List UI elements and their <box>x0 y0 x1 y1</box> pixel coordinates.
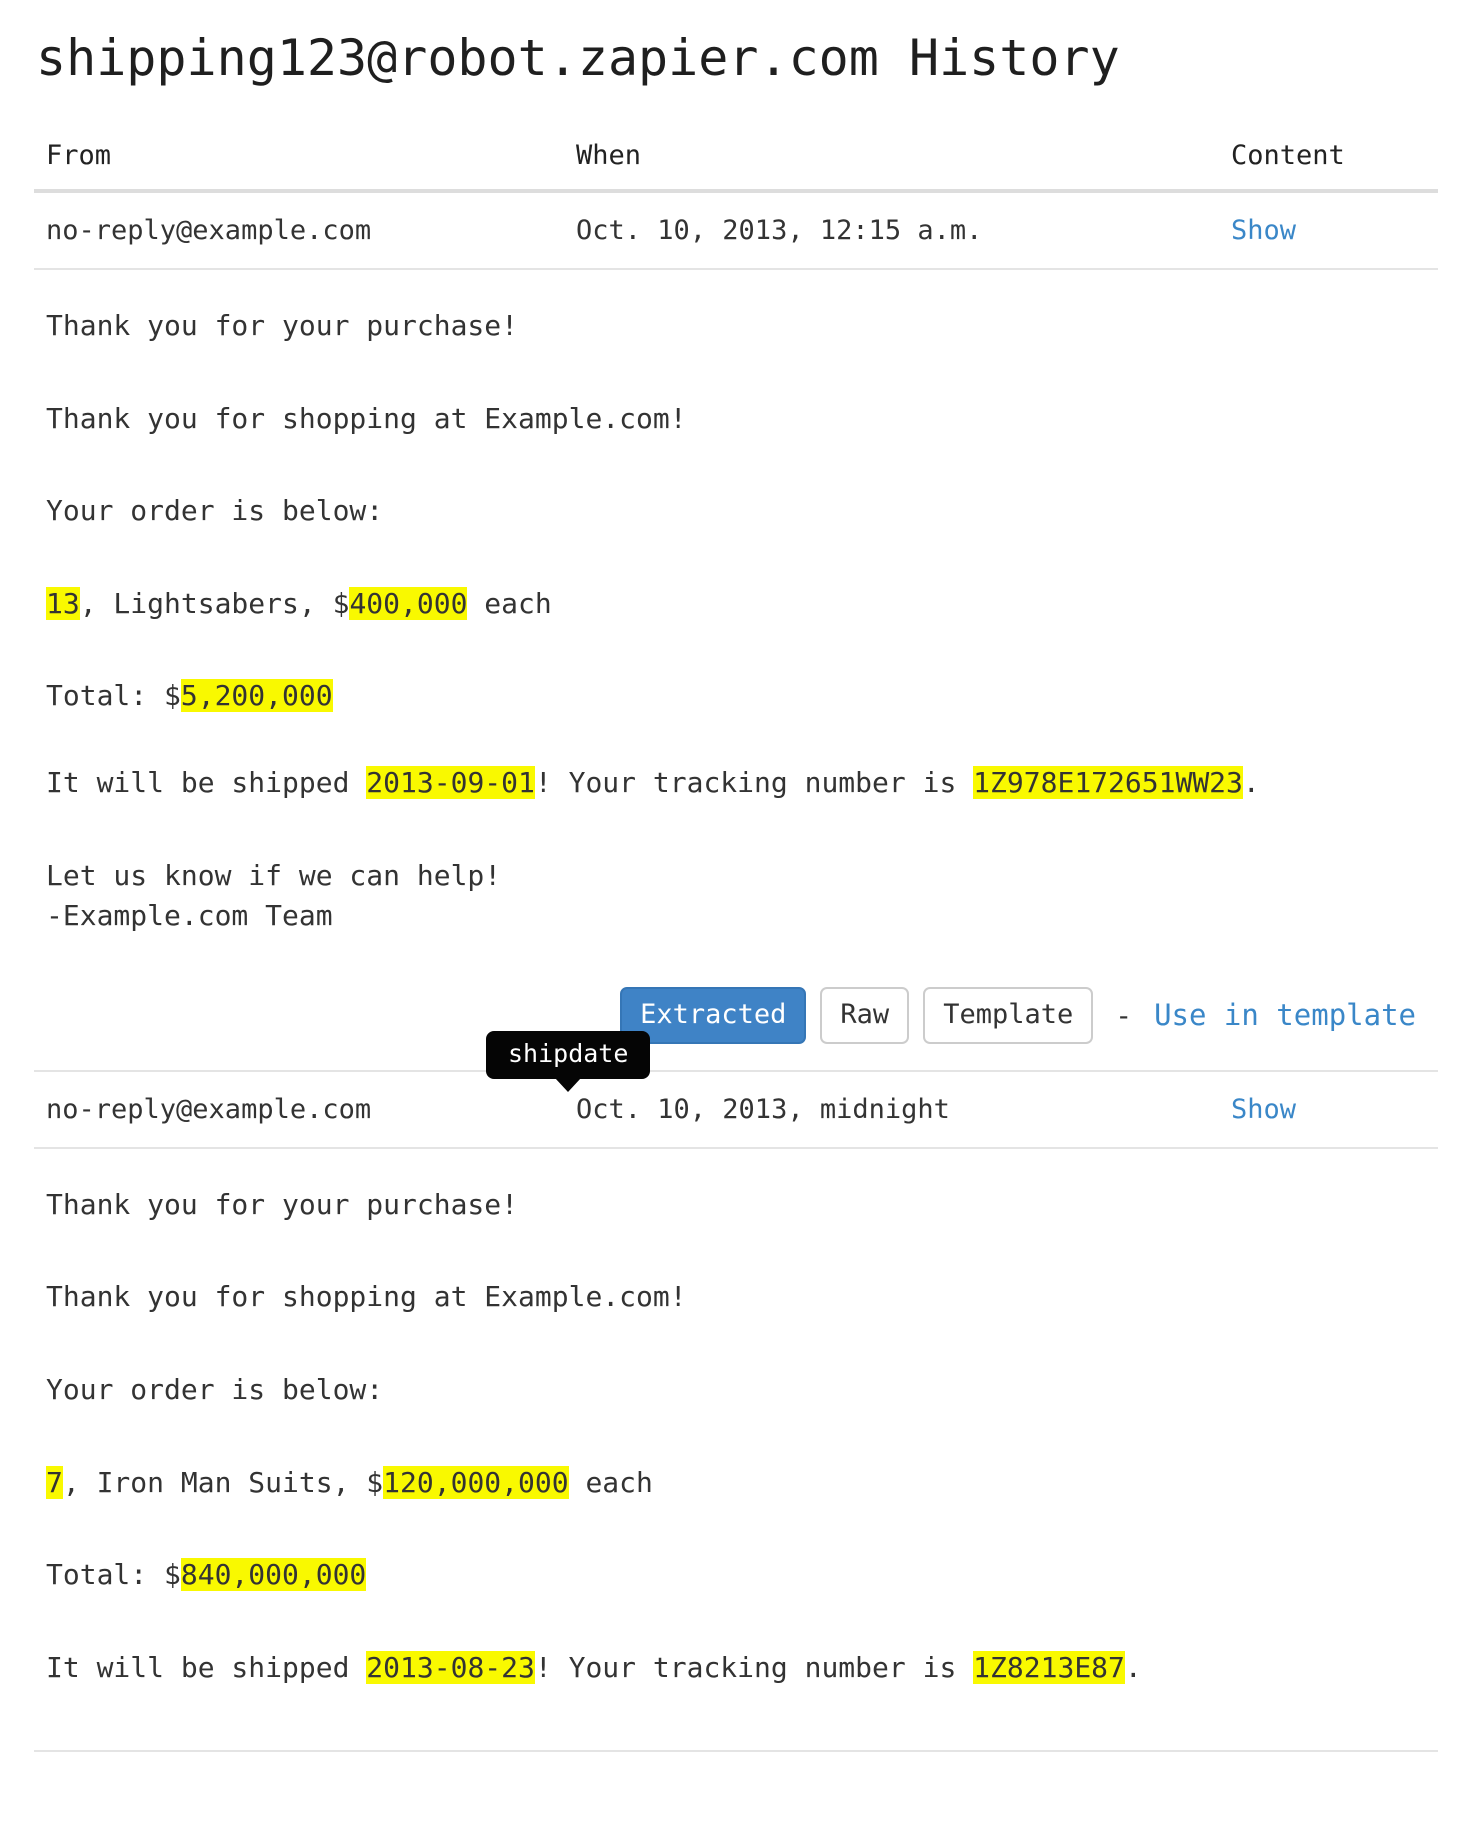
email-history-table: From When Content no-reply@example.com O… <box>34 88 1438 1753</box>
show-link[interactable]: Show <box>1231 215 1296 246</box>
ship-suffix: . <box>1242 765 1260 799</box>
email-show-cell[interactable]: Show <box>1219 1070 1438 1149</box>
raw-button[interactable]: Raw <box>820 986 910 1044</box>
email-body-row: Thank you for your purchase! Thank you f… <box>34 1147 1438 1753</box>
email-show-cell[interactable]: Show <box>1219 191 1438 270</box>
table-row[interactable]: no-reply@example.com Oct. 10, 2013, 12:1… <box>34 191 1438 270</box>
column-header-when: When <box>564 88 1219 193</box>
order-item-tail: each <box>568 1465 653 1499</box>
email-body-row: shipdate Thank you for your purchase! Th… <box>34 269 1438 1092</box>
email-order-item-line: 7, Iron Man Suits, $120,000,000 each <box>46 1463 1438 1504</box>
order-item-text: , Lightsabers, $ <box>79 586 350 620</box>
email-body-cell: Thank you for your purchase! Thank you f… <box>34 1147 1438 1753</box>
email-when: Oct. 10, 2013, midnight <box>564 1070 1219 1149</box>
ship-suffix: . <box>1124 1650 1142 1684</box>
tracking-number-highlight: 1Z978E172651WW23 <box>973 765 1243 799</box>
order-price-highlight: 120,000,000 <box>383 1465 569 1499</box>
email-thanks-line: Thank you for shopping at Example.com! <box>46 1280 687 1314</box>
order-quantity-highlight: 7 <box>46 1465 63 1499</box>
template-button[interactable]: Template <box>923 986 1094 1044</box>
email-closing-block: Let us know if we can help! -Example.com… <box>46 856 1438 937</box>
total-label: Total: $ <box>46 1558 181 1592</box>
table-header-row: From When Content <box>34 88 1438 193</box>
page-title: shipping123@robot.zapier.com History <box>36 29 1120 87</box>
email-body-content: shipdate Thank you for your purchase! Th… <box>34 270 1438 1092</box>
email-greeting-line: Thank you for your purchase! <box>46 1187 519 1221</box>
email-greeting-line: Thank you for your purchase! <box>46 309 519 342</box>
email-total-line: Total: $840,000,000 <box>46 1555 1438 1596</box>
email-thanks-line: Thank you for shopping at Example.com! <box>46 401 687 435</box>
ship-prefix: It will be shipped <box>46 765 367 799</box>
closing-line-1: Let us know if we can help! <box>46 858 502 892</box>
shipdate-tooltip: shipdate <box>486 1031 651 1092</box>
email-body-cell: shipdate Thank you for your purchase! Th… <box>34 269 1438 1092</box>
closing-line-2: -Example.com Team <box>46 899 333 933</box>
email-order-intro-line: Your order is below: <box>46 1372 384 1406</box>
shipdate-highlight: 2013-08-23 <box>366 1650 535 1684</box>
email-from: no-reply@example.com <box>34 191 564 270</box>
ship-mid: ! Your tracking number is <box>534 1650 974 1684</box>
email-view-toolbar: Extracted Raw Template - Use in template <box>34 977 1438 1070</box>
total-label: Total: $ <box>46 679 181 713</box>
tooltip-arrow-icon <box>555 1077 582 1092</box>
ship-prefix: It will be shipped <box>46 1650 367 1684</box>
shipdate-highlight: 2013-09-01 <box>366 765 535 799</box>
email-shipping-line: It will be shipped 2013-08-23! Your trac… <box>46 1648 1438 1689</box>
email-shipping-line: It will be shipped 2013-09-01! Your trac… <box>46 763 1438 804</box>
email-order-item-line: 13, Lightsabers, $400,000 each <box>46 584 1438 625</box>
column-header-from: From <box>34 88 564 193</box>
total-highlight: 5,200,000 <box>180 679 333 713</box>
email-from: no-reply@example.com <box>34 1070 564 1149</box>
email-when: Oct. 10, 2013, 12:15 a.m. <box>564 191 1219 270</box>
tracking-number-highlight: 1Z8213E87 <box>973 1650 1125 1684</box>
table-row[interactable]: no-reply@example.com Oct. 10, 2013, midn… <box>34 1070 1438 1149</box>
tooltip-label: shipdate <box>508 1039 629 1068</box>
order-price-highlight: 400,000 <box>349 586 468 620</box>
show-link[interactable]: Show <box>1231 1094 1296 1125</box>
history-page: shipping123@robot.zapier.com History Fro… <box>0 0 1470 1753</box>
table-header: From When Content <box>34 88 1438 193</box>
toolbar-separator: - <box>1115 998 1133 1032</box>
column-header-content: Content <box>1219 88 1438 193</box>
ship-mid: ! Your tracking number is <box>534 765 974 799</box>
order-quantity-highlight: 13 <box>46 586 80 620</box>
use-in-template-link[interactable]: Use in template <box>1154 998 1420 1032</box>
email-body-content: Thank you for your purchase! Thank you f… <box>34 1149 1438 1751</box>
order-item-tail: each <box>467 586 552 620</box>
total-highlight: 840,000,000 <box>180 1558 367 1592</box>
email-order-intro-line: Your order is below: <box>46 494 384 528</box>
email-total-line: Total: $5,200,000 <box>46 676 1438 717</box>
table-body: no-reply@example.com Oct. 10, 2013, 12:1… <box>34 191 1438 1753</box>
order-item-text: , Iron Man Suits, $ <box>62 1465 384 1499</box>
